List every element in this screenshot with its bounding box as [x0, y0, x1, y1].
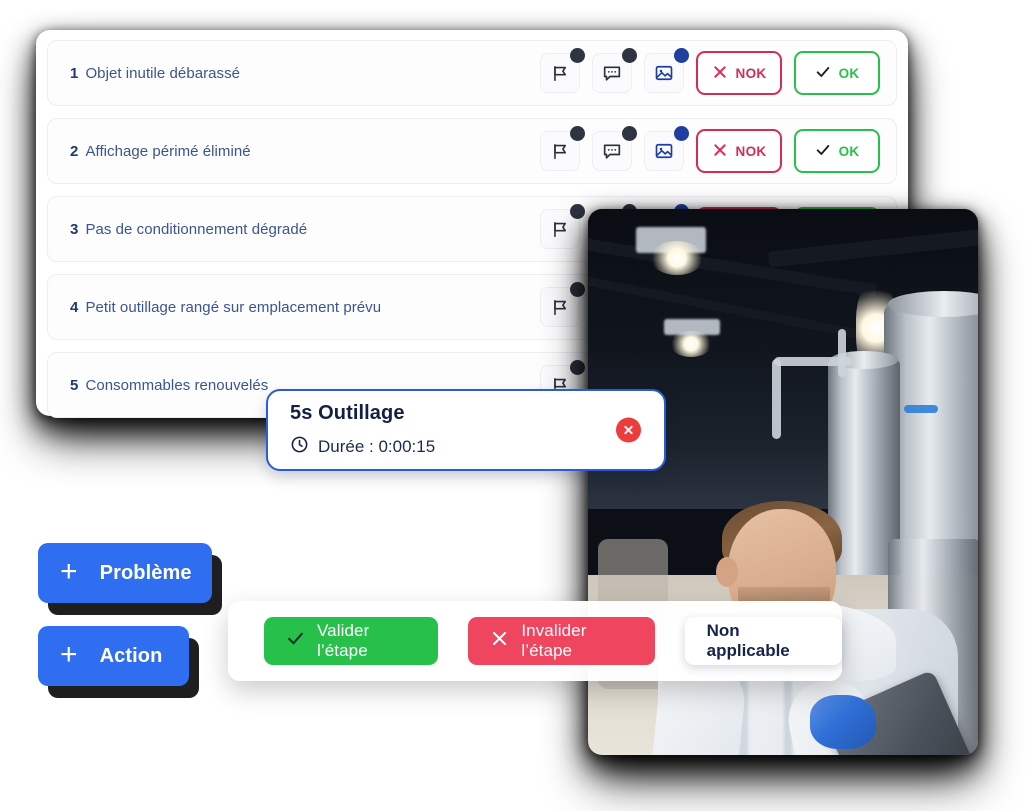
close-icon	[712, 142, 728, 161]
checklist-row[interactable]: 2 Affichage périmé éliminé NOK OK	[47, 118, 897, 184]
step-duration-text: Durée : 0:00:15	[318, 437, 436, 456]
flag-icon	[551, 64, 570, 83]
flag-icon	[551, 298, 570, 317]
image-icon	[654, 141, 674, 161]
add-action-label: Action	[99, 644, 163, 667]
notification-badge	[570, 126, 585, 141]
check-icon	[815, 64, 831, 83]
photo-worker-ear	[716, 557, 738, 587]
row-number: 1	[70, 64, 79, 82]
flag-button[interactable]	[540, 48, 585, 93]
clock-icon	[290, 435, 309, 459]
screenshot-stage: 1 Objet inutile débarassé NOK OK 2 Affichage …	[0, 0, 1028, 811]
ok-label: OK	[838, 65, 860, 81]
validate-step-label: Valider l’étape	[317, 621, 370, 660]
not-applicable-label: Non applicable	[706, 621, 790, 660]
checklist-row[interactable]: 1 Objet inutile débarassé NOK OK	[47, 40, 897, 106]
flag-icon	[551, 142, 570, 161]
validate-step-button[interactable]: Valider l’étape	[264, 617, 439, 665]
nok-label: NOK	[735, 65, 767, 81]
nok-label: NOK	[735, 143, 767, 159]
flag-icon	[551, 220, 570, 239]
image-icon	[654, 63, 674, 83]
nok-button[interactable]: NOK	[696, 51, 782, 95]
comment-button[interactable]	[592, 126, 637, 171]
ok-button[interactable]: OK	[794, 129, 880, 173]
row-label: Petit outillage rangé sur emplacement pr…	[85, 298, 382, 316]
row-number: 2	[70, 142, 79, 160]
not-applicable-button[interactable]: Non applicable	[684, 617, 842, 665]
ok-button[interactable]: OK	[794, 51, 880, 95]
notification-badge	[622, 126, 637, 141]
notification-badge	[570, 282, 585, 297]
flag-button[interactable]	[540, 282, 585, 327]
notification-badge	[570, 204, 585, 219]
row-number: 4	[70, 298, 79, 316]
row-label: Objet inutile débarassé	[85, 64, 241, 82]
close-icon	[490, 629, 509, 653]
step-action-bar: Valider l’étape Invalider l’étape Non ap…	[228, 601, 842, 681]
notification-badge	[674, 48, 689, 63]
step-title: 5s Outillage	[290, 402, 405, 424]
photo-blue-glove	[810, 695, 876, 749]
check-icon	[286, 629, 305, 653]
nok-button[interactable]: NOK	[696, 129, 782, 173]
plus-icon: +	[60, 637, 78, 671]
photo-lamp	[650, 241, 704, 275]
step-timer-panel: 5s Outillage Durée : 0:00:15	[266, 389, 666, 471]
row-actions: NOK OK	[540, 119, 880, 183]
row-label: Affichage périmé éliminé	[85, 142, 251, 160]
close-icon	[712, 64, 728, 83]
add-probleme-button[interactable]: + Problème	[38, 543, 212, 603]
invalidate-step-label: Invalider l’étape	[521, 621, 587, 660]
flag-button[interactable]	[540, 126, 585, 171]
image-button[interactable]	[644, 126, 689, 171]
check-icon	[815, 142, 831, 161]
notification-badge	[570, 48, 585, 63]
close-circle-icon[interactable]	[616, 417, 641, 443]
row-number: 5	[70, 376, 79, 394]
flag-button[interactable]	[540, 204, 585, 249]
row-actions: NOK OK	[540, 41, 880, 105]
add-probleme-label: Problème	[99, 561, 192, 584]
comment-icon	[602, 63, 622, 83]
photo-pipe	[838, 329, 846, 377]
photo-pipe	[772, 359, 781, 439]
row-number: 3	[70, 220, 79, 238]
row-label: Pas de conditionnement dégradé	[85, 220, 308, 238]
notification-badge	[622, 48, 637, 63]
comment-icon	[602, 141, 622, 161]
invalidate-step-button[interactable]: Invalider l’étape	[468, 617, 655, 665]
photo-blue-valve	[904, 405, 938, 413]
photo-light-fixture	[664, 319, 720, 335]
ok-label: OK	[838, 143, 860, 159]
add-action-button[interactable]: + Action	[38, 626, 189, 686]
image-button[interactable]	[644, 48, 689, 93]
notification-badge	[570, 360, 585, 375]
plus-icon: +	[60, 554, 78, 588]
comment-button[interactable]	[592, 48, 637, 93]
notification-badge	[674, 126, 689, 141]
step-duration: Durée : 0:00:15	[290, 435, 435, 459]
row-label: Consommables renouvelés	[85, 376, 269, 394]
